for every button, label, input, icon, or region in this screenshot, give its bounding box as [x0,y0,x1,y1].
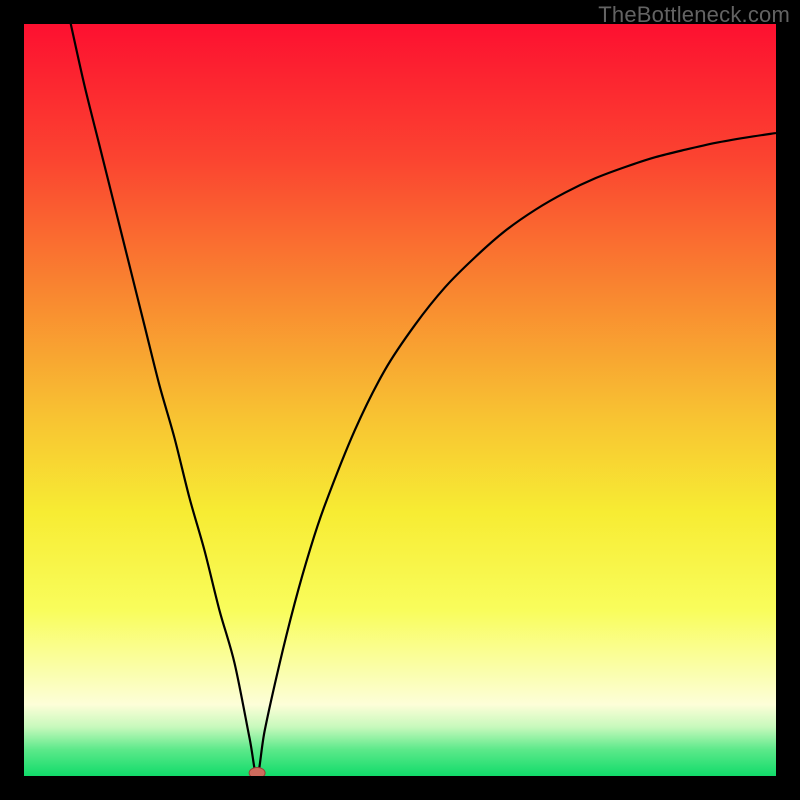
optimal-point-marker [249,768,265,777]
chart-frame: TheBottleneck.com [0,0,800,800]
plot-area [24,24,776,776]
gradient-background [24,24,776,776]
bottleneck-chart [24,24,776,776]
